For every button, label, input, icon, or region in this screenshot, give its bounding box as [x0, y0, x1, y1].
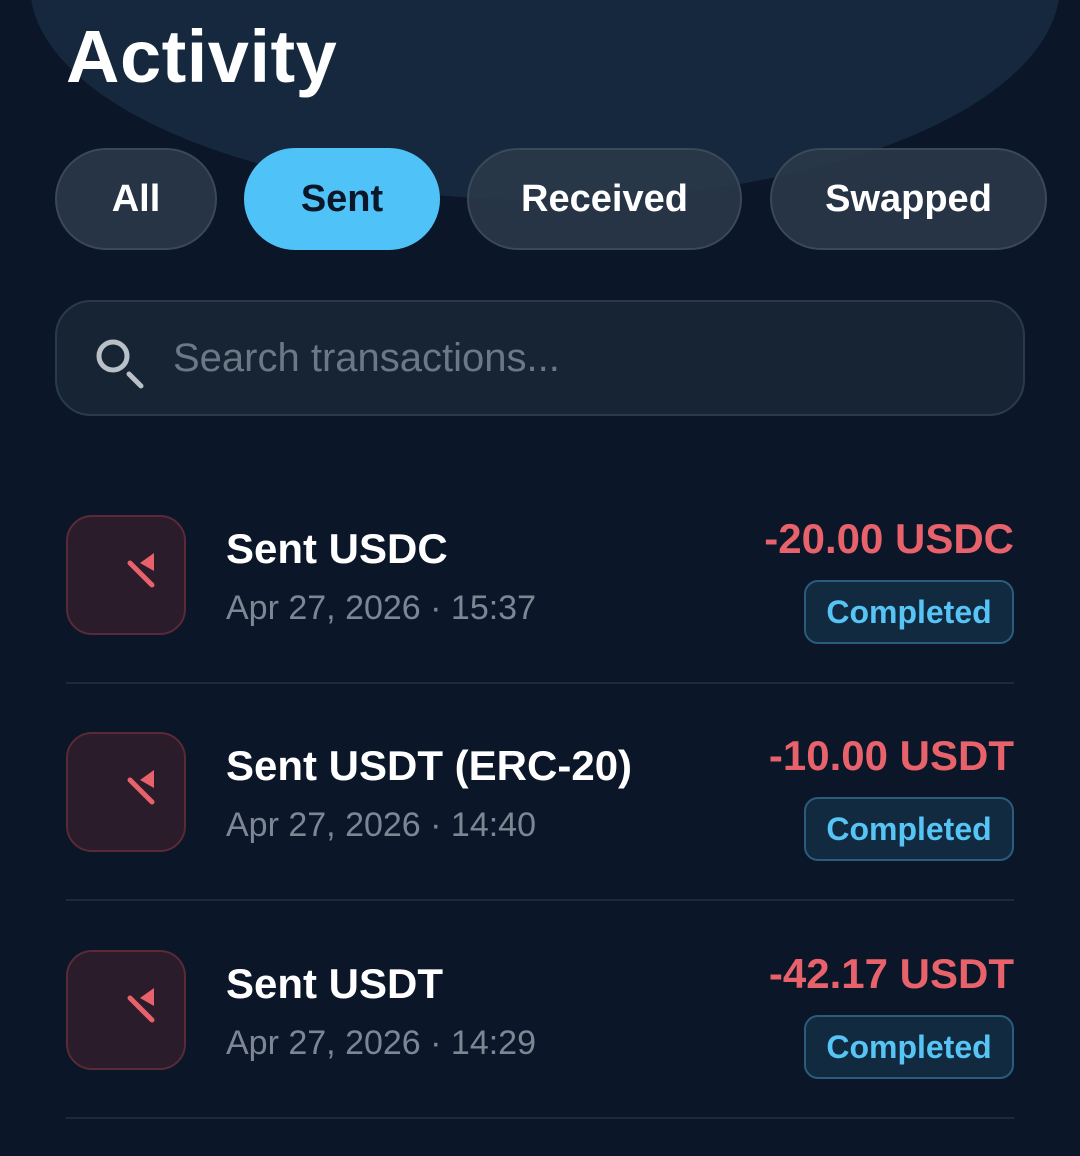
transaction-row[interactable]: Sent USDT Apr 27, 2026 · 14:29 -42.17 US…: [66, 950, 1014, 1156]
filter-tabs: All Sent Received Swapped: [0, 148, 1080, 250]
transaction-icon-box: [66, 950, 186, 1070]
transaction-icon-box: [66, 732, 186, 852]
transaction-row[interactable]: Sent USDT (ERC-20) Apr 27, 2026 · 14:40 …: [66, 732, 1014, 949]
page-title: Activity: [66, 15, 338, 98]
tab-swapped[interactable]: Swapped: [770, 148, 1047, 250]
sent-arrow-icon: [127, 988, 155, 1023]
search-input[interactable]: [173, 302, 993, 414]
tab-sent[interactable]: Sent: [244, 148, 440, 250]
transaction-title: Sent USDT: [226, 960, 444, 1007]
status-badge: Completed: [804, 797, 1014, 861]
transaction-amount: -10.00 USDT: [768, 732, 1014, 779]
transaction-title: Sent USDT (ERC-20): [226, 742, 633, 789]
row-divider: [66, 682, 1014, 684]
sent-arrow-icon: [127, 770, 155, 805]
activity-screen: Activity All Sent Received Swapped Sent …: [0, 0, 1080, 1156]
status-badge: Completed: [804, 1015, 1014, 1079]
transaction-row[interactable]: Sent USDC Apr 27, 2026 · 15:37 -20.00 US…: [66, 515, 1014, 732]
sent-arrow-icon: [127, 553, 155, 588]
transaction-amount: -42.17 USDT: [768, 950, 1014, 997]
transaction-icon-box: [66, 515, 186, 635]
transaction-title: Sent USDC: [226, 525, 448, 572]
transaction-timestamp: Apr 27, 2026 · 14:40: [226, 806, 537, 844]
tab-received[interactable]: Received: [467, 148, 742, 250]
status-badge: Completed: [804, 580, 1014, 644]
tab-all[interactable]: All: [55, 148, 217, 250]
transaction-amount: -20.00 USDC: [764, 515, 1014, 562]
row-divider: [66, 1117, 1014, 1119]
search-bar: [55, 300, 1025, 416]
transaction-timestamp: Apr 27, 2026 · 14:29: [226, 1024, 537, 1062]
transaction-timestamp: Apr 27, 2026 · 15:37: [226, 589, 537, 627]
search-icon: [96, 339, 144, 389]
row-divider: [66, 899, 1014, 901]
